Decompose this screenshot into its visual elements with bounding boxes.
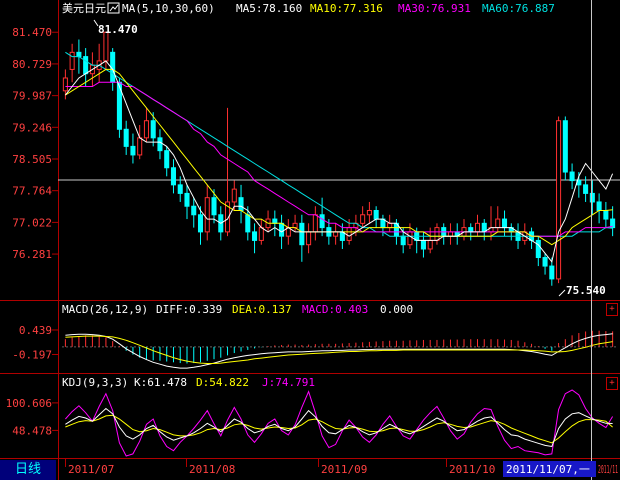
axis-tick-label: 77.764 xyxy=(12,185,52,198)
candle-body xyxy=(258,227,264,241)
candle-body xyxy=(603,210,609,220)
candle-body xyxy=(279,222,285,237)
candle-body xyxy=(319,214,325,229)
kdj-expand-button[interactable]: + xyxy=(606,377,618,390)
axis-tick-label: 0.439 xyxy=(19,324,52,337)
candle-body xyxy=(137,137,143,156)
candle-body xyxy=(238,197,244,212)
candle-body xyxy=(535,239,541,259)
symbol-title: 美元日元 xyxy=(62,2,106,15)
candle-body xyxy=(542,257,548,267)
macd-expand-button[interactable]: + xyxy=(606,303,618,316)
axis-tick-label: 81.470 xyxy=(12,26,52,39)
candle-body xyxy=(434,227,440,241)
date-tick: 2011/07 xyxy=(68,463,114,476)
candle-body xyxy=(312,214,318,233)
ma60-value: MA60:76.887 xyxy=(482,2,555,15)
candle-body xyxy=(150,120,156,139)
candle-body xyxy=(170,167,177,186)
kdj-j-value: J:74.791 xyxy=(262,376,315,389)
ma5-value: MA5:78.160 xyxy=(236,2,302,15)
candle-body xyxy=(556,120,562,280)
axis-tick-label: 76.281 xyxy=(12,248,52,261)
macd-params: MACD(26,12,9) xyxy=(62,303,148,316)
candle-body xyxy=(346,227,352,241)
candle-body xyxy=(164,150,170,169)
axis-tick-label: 100.606 xyxy=(6,397,52,410)
period-tab-daily[interactable]: 日线 xyxy=(0,460,56,480)
candle-body xyxy=(292,222,298,229)
candle-body xyxy=(130,145,136,156)
high-price-label: 81.470 xyxy=(98,23,138,36)
candle-body xyxy=(204,197,210,233)
candle-body xyxy=(333,231,339,237)
date-tick: 2011/09 xyxy=(321,463,367,476)
candle-body xyxy=(76,51,82,58)
candle-body xyxy=(447,231,454,237)
candle-body xyxy=(123,128,129,147)
date-tick: 2011/08 xyxy=(189,463,235,476)
candle-body xyxy=(177,184,183,194)
candle-body xyxy=(272,218,278,224)
candle-body xyxy=(360,214,366,224)
candle-body xyxy=(468,227,474,233)
ma10-value: MA10:77.316 xyxy=(310,2,383,15)
macd-macd-value: MACD:0.403 xyxy=(302,303,368,316)
candle-body xyxy=(596,201,602,212)
axis-tick-label: 77.022 xyxy=(12,216,52,229)
candle-body xyxy=(562,120,568,173)
cursor-date: 2011/11/07,一 xyxy=(506,463,590,476)
candle-body xyxy=(62,77,68,92)
kdj-params: KDJ(9,3,3) xyxy=(62,376,128,389)
candle-body xyxy=(589,192,595,203)
axis-tick-label: 79.246 xyxy=(12,121,52,134)
candle-body xyxy=(474,222,481,233)
candle-body xyxy=(191,205,197,216)
macd-diff-value: DIFF:0.339 xyxy=(156,303,222,316)
kdj-k-value: K:61.478 xyxy=(134,376,187,389)
candle-body xyxy=(157,137,163,152)
date-tick: 2011/11 xyxy=(598,463,618,476)
axis-tick-label: 79.987 xyxy=(12,90,52,103)
candle-body xyxy=(211,197,217,216)
candle-body xyxy=(245,214,251,233)
candle-body xyxy=(83,56,89,75)
candle-body xyxy=(143,120,149,139)
candle-body xyxy=(427,239,433,250)
axis-tick-label: 78.505 xyxy=(12,153,52,166)
candle-body xyxy=(495,218,501,229)
candle xyxy=(556,116,562,284)
ma-params: MA(5,10,30,60) xyxy=(122,2,215,15)
candle-body xyxy=(407,231,413,246)
ma30-value: MA30:76.931 xyxy=(398,2,471,15)
candle-body xyxy=(299,222,305,246)
kdj-d-value: D:54.822 xyxy=(196,376,249,389)
macd-header: MACD(26,12,9) DIFF:0.339 DEA:0.137 MACD:… xyxy=(62,303,413,316)
candle-body xyxy=(231,188,237,203)
axis-tick-label: -0.197 xyxy=(12,348,52,361)
candle-body xyxy=(252,231,258,241)
macd-zero-value: 0.000 xyxy=(380,303,413,316)
low-price-label: 75.540 xyxy=(566,284,606,297)
date-tick: 2011/10 xyxy=(449,463,495,476)
candle-body xyxy=(387,222,393,229)
candle-body xyxy=(501,218,508,229)
chart-canvas[interactable]: 81.470 80.729 79.987 79.246 78.505 77.764 77.0… xyxy=(0,0,620,480)
candle-body xyxy=(306,231,312,246)
candle-body xyxy=(569,171,575,182)
axis-tick-label: 80.729 xyxy=(12,58,52,71)
candle-body xyxy=(400,235,406,246)
candle-body xyxy=(373,210,379,220)
macd-dea-value: DEA:0.137 xyxy=(232,303,292,316)
axis-tick-label: 48.478 xyxy=(12,424,52,437)
candle xyxy=(562,116,568,181)
candle-body xyxy=(420,239,426,250)
candle-body xyxy=(197,214,204,233)
candle-body xyxy=(69,51,75,70)
candle-body xyxy=(583,184,589,194)
candle-body xyxy=(103,31,109,62)
candle-body xyxy=(184,192,190,207)
candle-body xyxy=(366,210,372,216)
candle-body xyxy=(549,265,555,280)
